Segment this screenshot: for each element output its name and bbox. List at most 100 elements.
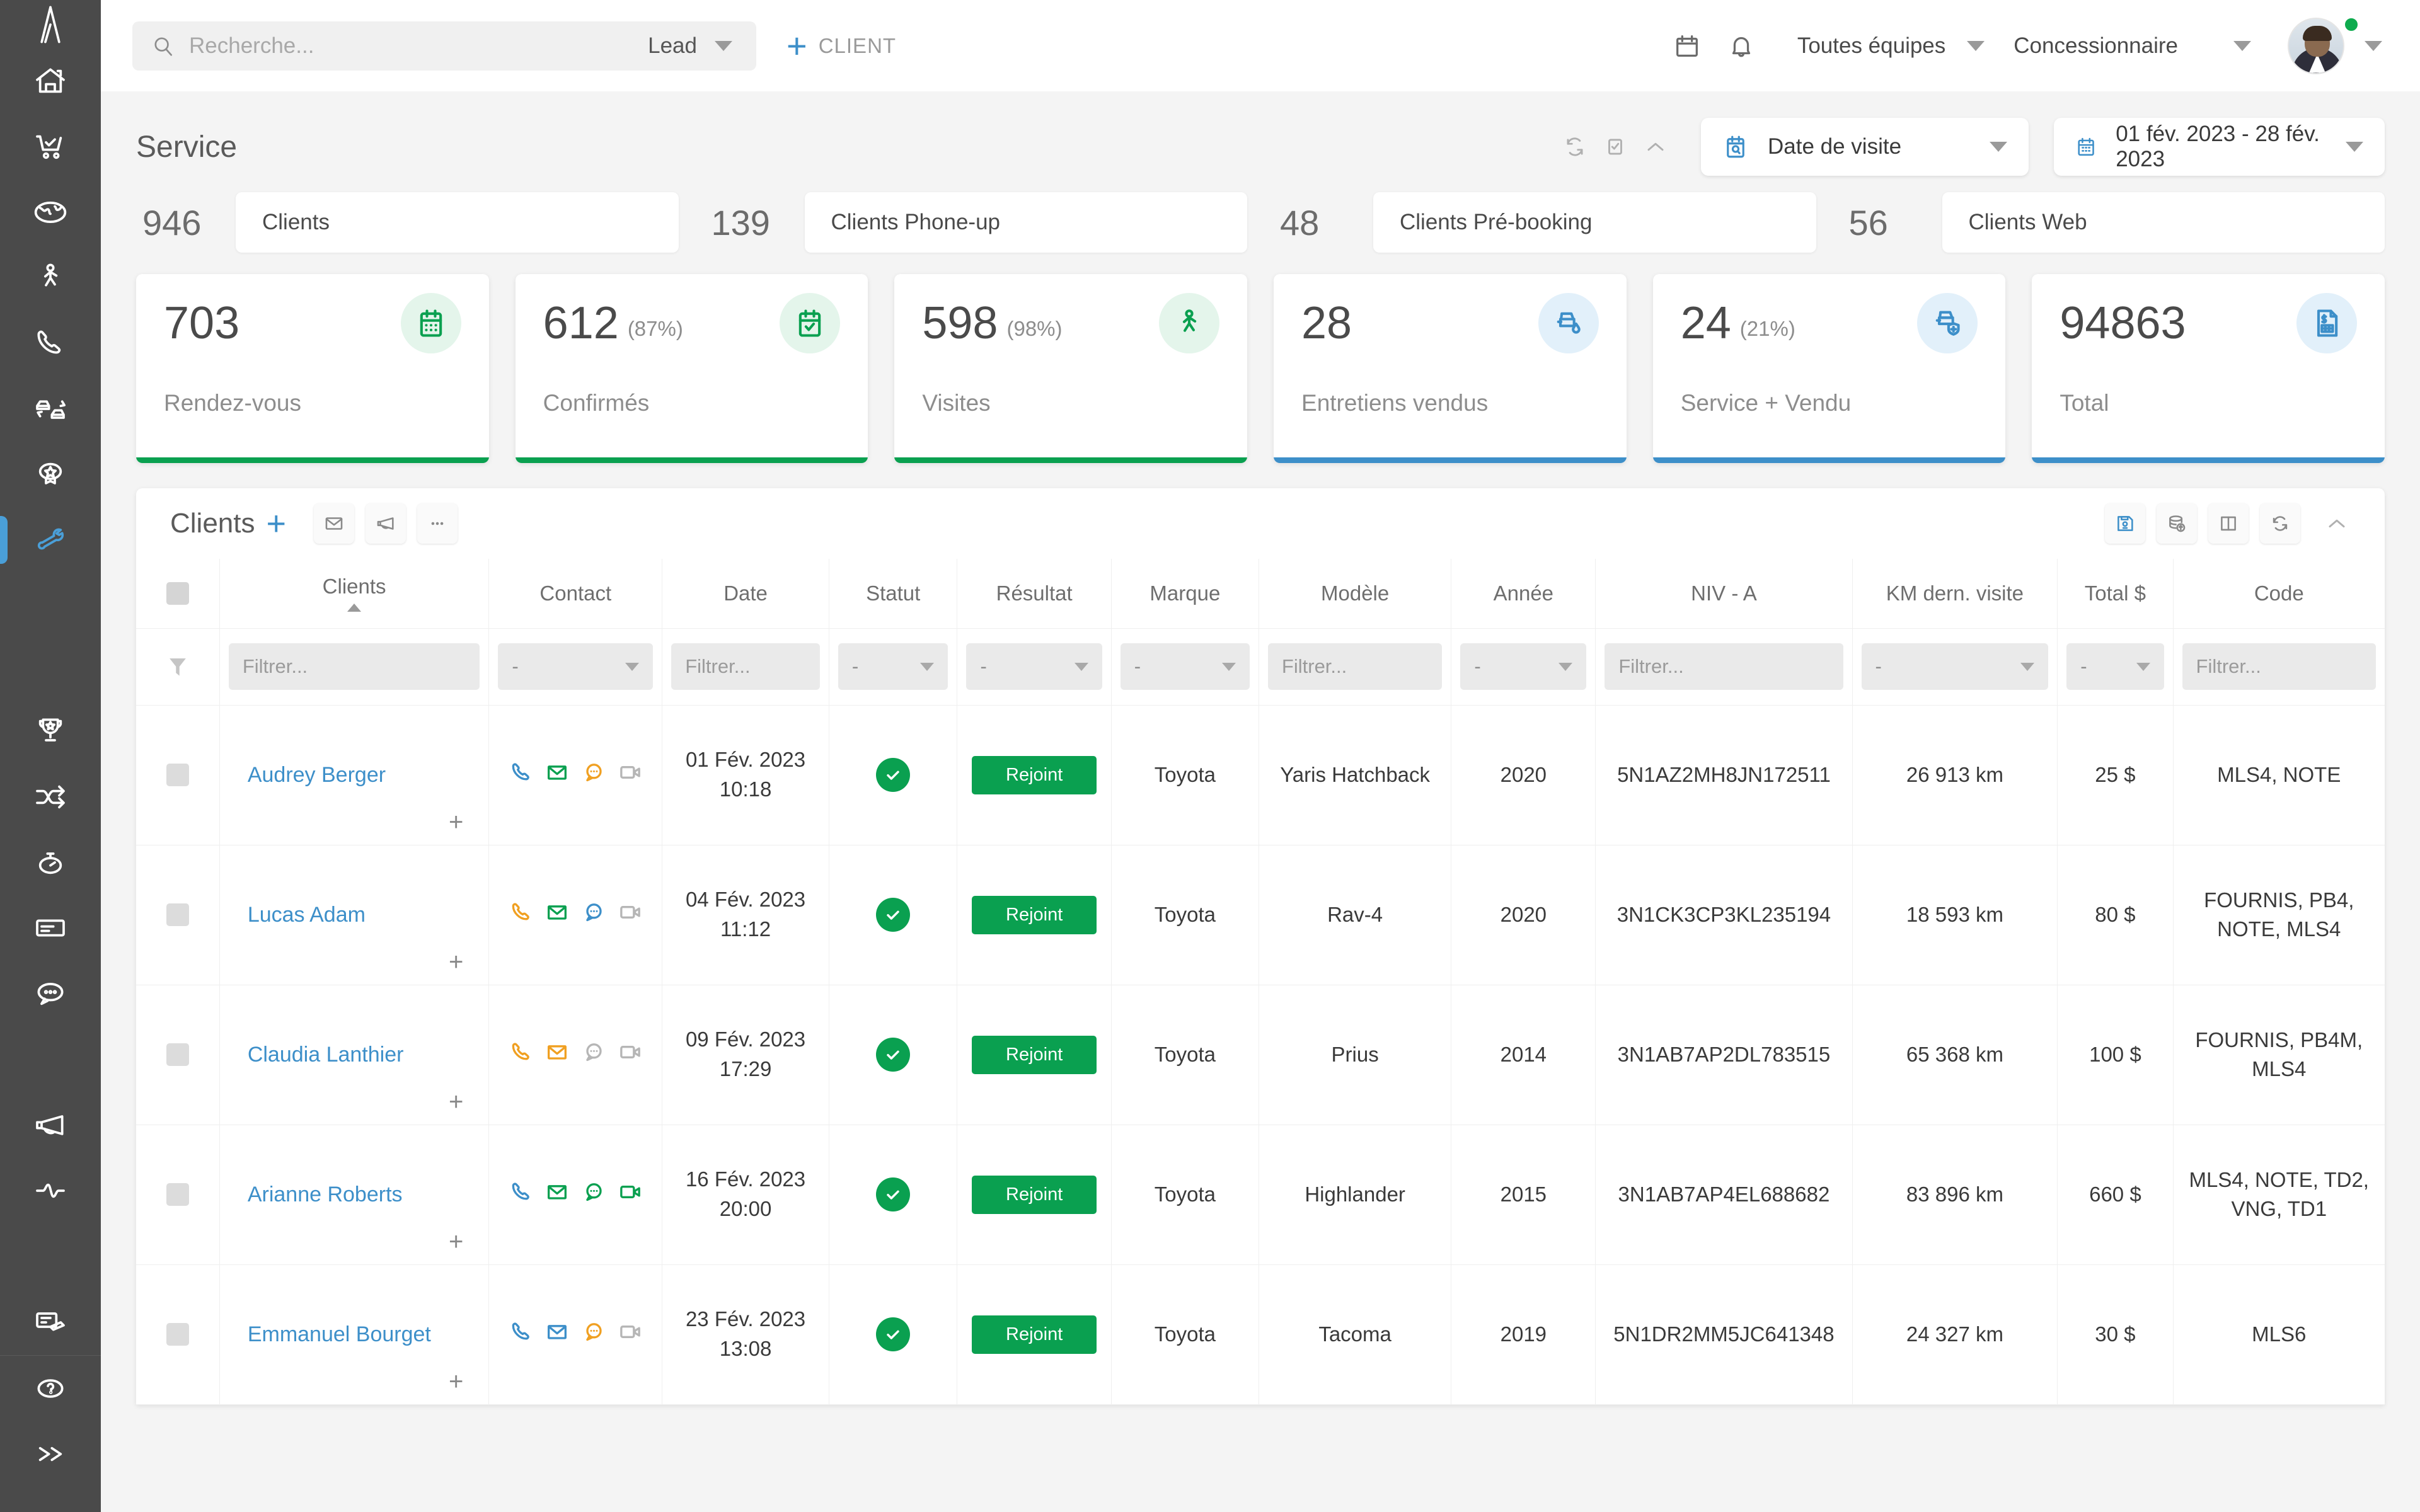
row-checkbox[interactable] [166, 903, 189, 926]
result-badge[interactable]: Rejoint [972, 1175, 1097, 1214]
refresh-table-button[interactable] [2260, 503, 2300, 544]
client-name-link[interactable]: Arianne Roberts [248, 1183, 403, 1206]
mini-kpi-label[interactable]: Clients [236, 192, 679, 253]
row-select-cell[interactable] [136, 845, 220, 985]
phone-icon[interactable] [508, 1179, 533, 1205]
sidebar-item-forms[interactable] [0, 895, 101, 961]
table-row[interactable]: Lucas Adam + 04 Fév. 2023 11:12 Rejoint T… [136, 845, 2385, 985]
row-checkbox[interactable] [166, 1323, 189, 1346]
row-select-cell[interactable] [136, 1125, 220, 1265]
expand-row-button[interactable]: + [449, 1089, 463, 1114]
sidebar-item-workflow[interactable] [0, 764, 101, 830]
row-checkbox[interactable] [166, 1183, 189, 1206]
row-checkbox[interactable] [166, 764, 189, 786]
kpi-card-rendez-vous[interactable]: 703 Rendez-vous [136, 274, 489, 463]
notifications-button[interactable] [1714, 19, 1768, 73]
collapse-table-button[interactable] [2317, 503, 2357, 544]
sidebar-item-campaigns[interactable] [0, 1092, 101, 1158]
broadcast-button[interactable] [366, 503, 406, 544]
filter-cell-niv[interactable]: Filtrer... [1595, 628, 1853, 706]
sidebar-item-leaderboard[interactable] [0, 699, 101, 764]
filter-cell-marque[interactable]: - [1111, 628, 1259, 706]
column-header-niv[interactable]: NIV - A [1595, 559, 1853, 629]
sidebar-item-loyalty[interactable] [0, 442, 101, 507]
team-selector[interactable]: Toutes équipes [1797, 33, 1985, 59]
filter-cell-statut[interactable]: - [829, 628, 958, 706]
filter-select-km[interactable]: - [1861, 643, 2049, 690]
more-options-button[interactable] [417, 503, 458, 544]
expand-row-button[interactable]: + [449, 810, 463, 835]
chat-bubble-icon[interactable] [581, 1179, 606, 1205]
row-select-cell[interactable] [136, 705, 220, 845]
column-header-resultat[interactable]: Résultat [957, 559, 1112, 629]
sidebar-item-activity-timer[interactable] [0, 830, 101, 895]
sidebar-item-trade[interactable] [0, 376, 101, 442]
column-header-annee[interactable]: Année [1451, 559, 1596, 629]
mini-kpi-label[interactable]: Clients Pré-booking [1373, 192, 1816, 253]
kpi-card-service-vendu[interactable]: 24 (21%) Service + Vendu [1652, 274, 2006, 463]
filter-cell-modele[interactable]: Filtrer... [1259, 628, 1452, 706]
select-all-checkbox[interactable] [166, 581, 189, 605]
column-header-contact[interactable]: Contact [488, 559, 663, 629]
video-camera-icon[interactable] [618, 760, 643, 785]
select-mode-button[interactable] [1595, 127, 1635, 167]
filter-select-marque[interactable]: - [1120, 643, 1250, 690]
sidebar-item-esign[interactable] [0, 1290, 101, 1355]
row-checkbox[interactable] [166, 1043, 189, 1066]
column-header-total[interactable]: Total $ [2057, 559, 2174, 629]
filter-cell-total[interactable]: - [2057, 628, 2174, 706]
filter-cell-code[interactable]: Filtrer... [2173, 628, 2385, 706]
app-logo[interactable] [0, 0, 101, 49]
date-range-filter[interactable]: 01 fév. 2023 - 28 fév. 2023 [2054, 118, 2385, 176]
filter-cell-contact[interactable]: - [488, 628, 663, 706]
save-view-button[interactable] [2105, 503, 2145, 544]
result-badge[interactable]: Rejoint [972, 895, 1097, 934]
phone-icon[interactable] [508, 1319, 533, 1344]
select-all-header[interactable] [136, 559, 220, 629]
table-row[interactable]: Emmanuel Bourget + 23 Fév. 2023 13:08 Rej… [136, 1264, 2385, 1405]
result-badge[interactable]: Rejoint [972, 1315, 1097, 1354]
sidebar-item-analytics[interactable] [0, 1158, 101, 1223]
email-button[interactable] [314, 503, 355, 544]
filter-select-statut[interactable]: - [838, 643, 948, 690]
filter-select-resultat[interactable]: - [966, 643, 1102, 690]
filter-cell-date[interactable]: Filtrer... [662, 628, 829, 706]
filter-input-date[interactable]: Filtrer... [671, 643, 820, 690]
sidebar-item-sales[interactable] [0, 114, 101, 180]
sidebar-item-walkin[interactable] [0, 245, 101, 311]
result-badge[interactable]: Rejoint [972, 1035, 1097, 1074]
chat-bubble-icon[interactable] [581, 760, 606, 785]
column-header-modele[interactable]: Modèle [1259, 559, 1452, 629]
sidebar-item-phone[interactable] [0, 311, 101, 376]
envelope-icon[interactable] [544, 760, 570, 785]
client-name-link[interactable]: Emmanuel Bourget [248, 1322, 431, 1346]
column-header-marque[interactable]: Marque [1111, 559, 1259, 629]
refresh-button[interactable] [1555, 127, 1595, 167]
sidebar-item-service[interactable] [0, 507, 101, 573]
kpi-card-total[interactable]: 94863 Total [2032, 274, 2385, 463]
filter-select-total[interactable]: - [2066, 643, 2164, 690]
columns-button[interactable] [2208, 503, 2249, 544]
filter-input-clients[interactable]: Filtrer... [228, 643, 480, 690]
calendar-button[interactable] [1660, 19, 1714, 73]
search-scope-dropdown[interactable]: Lead [648, 33, 732, 59]
envelope-icon[interactable] [544, 900, 570, 925]
kpi-card-visites[interactable]: 598 (98%) Visites [894, 274, 1248, 463]
filter-select-annee[interactable]: - [1460, 643, 1587, 690]
table-row[interactable]: Arianne Roberts + 16 Fév. 2023 20:00 Rejo… [136, 1125, 2385, 1265]
chat-bubble-icon[interactable] [581, 900, 606, 925]
video-camera-icon[interactable] [618, 1319, 643, 1344]
filter-input-niv[interactable]: Filtrer... [1605, 643, 1843, 690]
video-camera-icon[interactable] [618, 1179, 643, 1205]
sidebar-item-home[interactable] [0, 49, 101, 114]
phone-icon[interactable] [508, 1040, 533, 1065]
mini-kpi-label[interactable]: Clients Web [1942, 192, 2385, 253]
role-selector[interactable]: Concessionnaire [2014, 33, 2251, 59]
column-header-km[interactable]: KM dern. visite [1852, 559, 2058, 629]
phone-icon[interactable] [508, 760, 533, 785]
sidebar-item-chat[interactable] [0, 961, 101, 1026]
filter-cell-km[interactable]: - [1852, 628, 2058, 706]
export-data-button[interactable] [2157, 503, 2197, 544]
row-select-cell[interactable] [136, 985, 220, 1125]
client-name-link[interactable]: Claudia Lanthier [248, 1043, 404, 1067]
